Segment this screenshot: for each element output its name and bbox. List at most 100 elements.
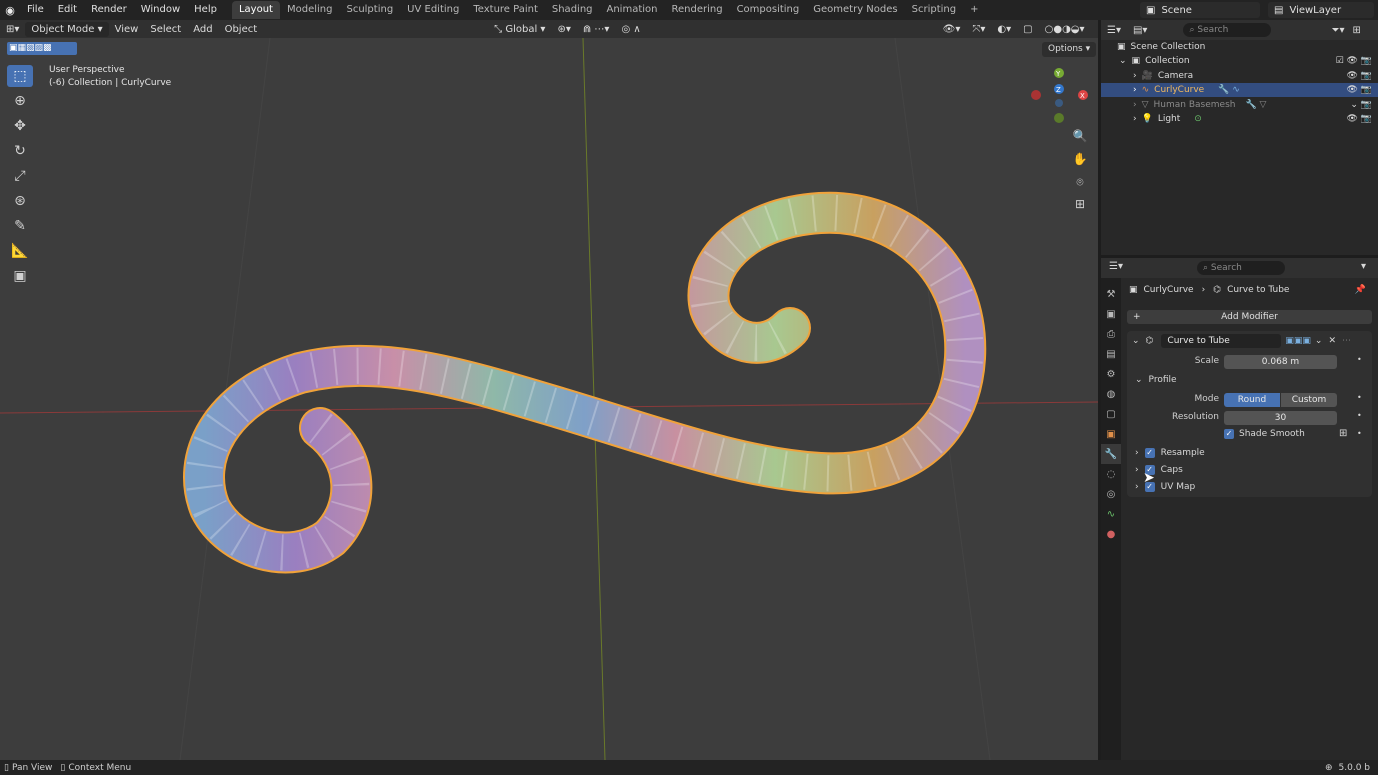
tab-shading[interactable]: Shading <box>545 1 600 19</box>
tab-scripting[interactable]: Scripting <box>905 1 963 19</box>
caps-subpanel[interactable]: › ✓ Caps <box>1127 462 1372 478</box>
outliner-row-human-basemesh[interactable]: › ▽ Human Basemesh 🔧 ▽ ⌄ 📷 <box>1101 98 1378 112</box>
modifier-dropdown-icon[interactable]: ⌄ <box>1315 336 1323 346</box>
physics-tab-icon[interactable]: ◎ <box>1101 484 1121 504</box>
resolution-keyframe-icon[interactable]: • <box>1357 411 1362 420</box>
outliner-row-light[interactable]: › 💡 Light ⊙ 👁 📷 <box>1101 112 1378 126</box>
tab-sculpting[interactable]: Sculpting <box>339 1 400 19</box>
properties-search[interactable]: ⌕ Search <box>1197 261 1285 275</box>
menu-render[interactable]: Render <box>84 0 134 20</box>
mode-custom-button[interactable]: Custom <box>1281 393 1337 407</box>
outliner-search[interactable]: ⌕ Search <box>1183 23 1272 37</box>
outliner-row-scene-collection[interactable]: ▣ Scene Collection <box>1101 40 1378 54</box>
collapse-chevron-icon[interactable]: ⌄ <box>1132 336 1140 346</box>
mode-dropdown[interactable]: Object Mode ▾ <box>25 21 109 37</box>
display-mode-icon[interactable]: ▤▾ <box>1127 25 1153 36</box>
shade-smooth-keyframe-icon[interactable]: • <box>1357 429 1362 438</box>
row-controls[interactable]: ⌄ 📷 <box>1350 100 1372 110</box>
3d-viewport[interactable]: Y Z X User Perspective (-6) Collection |… <box>0 38 1098 760</box>
shade-smooth-checkbox[interactable]: ✓ Shade Smooth <box>1224 429 1305 439</box>
gizmo-icon[interactable]: ⤧▾ <box>966 22 991 37</box>
menu-file[interactable]: File <box>20 0 51 20</box>
snap-icon[interactable]: ⋒ ⋯▾ <box>577 22 616 37</box>
scale-field[interactable]: 0.068 m <box>1224 355 1337 369</box>
render-tab-icon[interactable]: ▣ <box>1101 304 1121 324</box>
move-tool-icon[interactable]: ✥ <box>7 115 33 137</box>
options-dropdown[interactable]: Options ▾ <box>1042 42 1097 57</box>
add-workspace-button[interactable]: + <box>963 1 985 19</box>
mode-keyframe-icon[interactable]: • <box>1357 393 1362 402</box>
add-modifier-button[interactable]: + Add Modifier <box>1127 310 1372 324</box>
pin-icon[interactable]: 📌 <box>1355 285 1366 295</box>
tab-texture-paint[interactable]: Texture Paint <box>466 1 545 19</box>
material-tab-icon[interactable]: ● <box>1101 524 1121 544</box>
expand-chevron-icon[interactable]: › <box>1135 465 1139 475</box>
annotate-tool-icon[interactable]: ✎ <box>7 215 33 237</box>
transform-tool-icon[interactable]: ⊛ <box>7 190 33 212</box>
rotate-tool-icon[interactable]: ↻ <box>7 140 33 162</box>
scene-selector[interactable]: ▣ Scene <box>1140 2 1260 18</box>
expand-chevron-icon[interactable]: › <box>1133 71 1137 81</box>
menu-add[interactable]: Add <box>187 22 218 37</box>
profile-subpanel-header[interactable]: ⌄ Profile <box>1127 372 1372 388</box>
pan-hand-icon[interactable]: ✋ <box>1071 150 1089 168</box>
zoom-icon[interactable]: 🔍 <box>1071 127 1089 145</box>
menu-select[interactable]: Select <box>144 22 187 37</box>
remove-modifier-icon[interactable]: ✕ <box>1328 336 1336 346</box>
menu-edit[interactable]: Edit <box>51 0 84 20</box>
collapse-chevron-icon[interactable]: ⌄ <box>1135 375 1143 385</box>
shading-modes-icon[interactable]: ○●◑◒▾ <box>1039 22 1091 37</box>
tool-tab-icon[interactable]: ⚒ <box>1101 284 1121 304</box>
scene-tab-icon[interactable]: ⚙ <box>1101 364 1121 384</box>
scale-keyframe-icon[interactable]: • <box>1357 355 1362 364</box>
expand-chevron-icon[interactable]: › <box>1135 448 1139 458</box>
proportional-edit-icon[interactable]: ◎ ∧ <box>615 22 646 37</box>
data-tab-icon[interactable]: ∿ <box>1101 504 1121 524</box>
new-collection-icon[interactable]: ⊞ <box>1352 25 1360 36</box>
menu-view[interactable]: View <box>109 22 145 37</box>
add-cube-tool-icon[interactable]: ▣ <box>7 265 33 287</box>
tab-layout[interactable]: Layout <box>231 1 280 19</box>
expand-chevron-icon[interactable]: › <box>1135 482 1139 492</box>
uv-map-subpanel[interactable]: › ✓ UV Map <box>1127 479 1372 495</box>
expand-chevron-icon[interactable]: › <box>1133 85 1137 95</box>
camera-view-icon[interactable]: ⌾ <box>1071 173 1089 191</box>
expand-chevron-icon[interactable]: ⌄ <box>1119 56 1127 66</box>
output-tab-icon[interactable]: ⎙ <box>1101 324 1121 344</box>
pivot-icon[interactable]: ⊛▾ <box>551 22 576 37</box>
measure-tool-icon[interactable]: 📐 <box>7 240 33 262</box>
network-icon[interactable]: ⊕ <box>1325 763 1333 773</box>
outliner-editor-icon[interactable]: ☰▾ <box>1101 25 1127 36</box>
viewlayer-selector[interactable]: ▤ ViewLayer <box>1268 2 1374 18</box>
expand-chevron-icon[interactable]: › <box>1133 114 1137 124</box>
world-tab-icon[interactable]: ◍ <box>1101 384 1121 404</box>
grid-view-icon[interactable]: ⊞ <box>1071 195 1089 213</box>
outliner-row-camera[interactable]: › 🎥 Camera 👁 📷 <box>1101 69 1378 83</box>
scale-tool-icon[interactable]: ⤢ <box>7 165 33 187</box>
modifier-tab-icon[interactable]: 🔧 <box>1101 444 1121 464</box>
resample-subpanel[interactable]: › ✓ Resample <box>1127 445 1372 461</box>
resample-check-icon[interactable]: ✓ <box>1144 448 1155 458</box>
tab-animation[interactable]: Animation <box>600 1 665 19</box>
mode-round-button[interactable]: Round <box>1224 393 1280 407</box>
editor-type-icon[interactable]: ⊞▾ <box>0 22 25 37</box>
resolution-field[interactable]: 30 <box>1224 411 1337 425</box>
outliner-row-collection[interactable]: ⌄ ▣ Collection ☑ 👁 📷 <box>1101 54 1378 68</box>
view-layer-tab-icon[interactable]: ▤ <box>1101 344 1121 364</box>
particles-tab-icon[interactable]: ◌ <box>1101 464 1121 484</box>
filter-icon[interactable]: ⏷▾ <box>1331 25 1344 36</box>
modifier-toggles-icon[interactable]: ▣▣▣ <box>1285 336 1311 346</box>
orientation-dropdown[interactable]: ⤡ Global ▾ <box>488 22 551 37</box>
tab-rendering[interactable]: Rendering <box>664 1 729 19</box>
object-tab-icon[interactable]: ▣ <box>1101 424 1121 444</box>
properties-options-icon[interactable]: ▾ <box>1361 261 1366 272</box>
expand-chevron-icon[interactable]: › <box>1133 100 1137 110</box>
row-controls[interactable]: 👁 📷 <box>1347 114 1373 124</box>
outliner-row-curlycurve[interactable]: › ∿ CurlyCurve 🔧 ∿ 👁 📷 <box>1101 83 1378 97</box>
attribute-toggle-icon[interactable]: ⊞ <box>1339 428 1347 439</box>
tab-geometry-nodes[interactable]: Geometry Nodes <box>806 1 904 19</box>
menu-object[interactable]: Object <box>219 22 264 37</box>
tab-modeling[interactable]: Modeling <box>280 1 340 19</box>
tab-compositing[interactable]: Compositing <box>730 1 807 19</box>
row-controls[interactable]: 👁 📷 <box>1347 71 1373 81</box>
